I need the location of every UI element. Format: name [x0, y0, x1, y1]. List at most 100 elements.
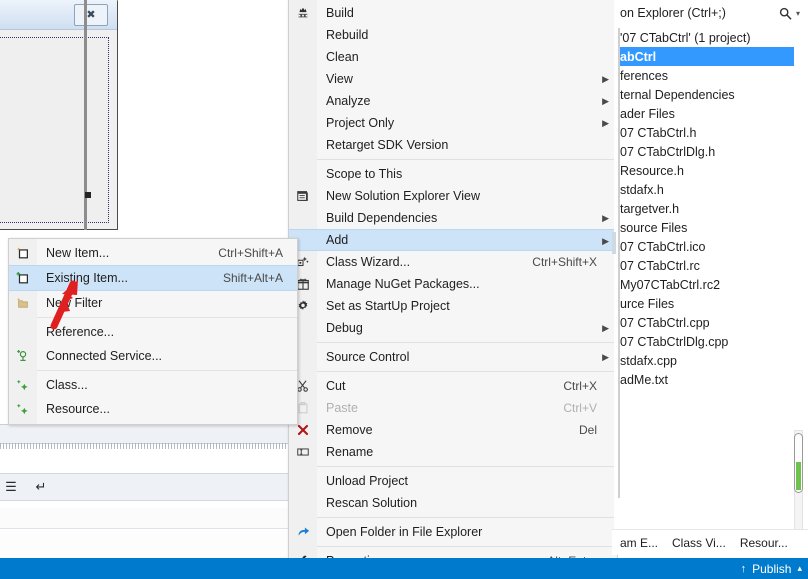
context-menu-item-unload-project[interactable]: Unload Project — [289, 470, 617, 492]
context-menu-item-cut[interactable]: Cut Ctrl+X — [289, 375, 617, 397]
dialog-preview[interactable]: ✖ — [0, 0, 118, 230]
context-menu-item-rescan-solution[interactable]: Rescan Solution — [289, 492, 617, 514]
tree-item[interactable]: '07 CTabCtrl' (1 project) — [618, 28, 794, 47]
properties-pane-body — [0, 530, 288, 558]
build-icon — [289, 2, 317, 24]
context-menu-item-rebuild[interactable]: Rebuild — [289, 24, 617, 46]
context-menu-item-label: Rename — [326, 445, 374, 459]
add-submenu-item-existing-item[interactable]: Existing Item... Shift+Alt+A — [9, 265, 297, 291]
tree-item[interactable]: ternal Dependencies — [618, 85, 794, 104]
add-submenu-item-new-filter[interactable]: New Filter — [9, 291, 297, 315]
menu-separator — [37, 317, 297, 318]
add-submenu-item-reference[interactable]: Reference... — [9, 320, 297, 344]
context-menu-item-label: Remove — [326, 423, 373, 437]
open-folder-icon — [289, 521, 317, 543]
context-menu-item-label: Rebuild — [326, 28, 369, 42]
tree-item-label: stdafx.cpp — [620, 353, 677, 368]
context-menu-item-set-as-startup-project[interactable]: Set as StartUp Project — [289, 295, 617, 317]
tree-item[interactable]: ferences — [618, 66, 794, 85]
publish-button[interactable]: ↑ Publish ▴ — [741, 558, 802, 579]
context-menu-item-label: Analyze — [326, 94, 371, 108]
add-submenu-item-label: Reference... — [46, 325, 115, 339]
context-menu-item-manage-nuget-packages[interactable]: Manage NuGet Packages... — [289, 273, 617, 295]
context-menu-item-scope-to-this[interactable]: Scope to This — [289, 163, 617, 185]
context-menu-item-project-only[interactable]: Project Only ▶ — [289, 112, 617, 134]
search-icon[interactable] — [774, 7, 796, 20]
publish-label: Publish — [752, 561, 792, 576]
resize-handle[interactable] — [85, 192, 91, 198]
context-menu-item-label: Cut — [326, 379, 346, 393]
context-menu-item-class-wizard[interactable]: Class Wizard... Ctrl+Shift+X — [289, 251, 617, 273]
context-menu-item-debug[interactable]: Debug ▶ — [289, 317, 617, 339]
add-submenu-item-class[interactable]: Class... — [9, 373, 297, 397]
tool-window-tab[interactable]: am E... — [620, 536, 658, 550]
tool-window-tab[interactable]: Resour... — [740, 536, 788, 550]
add-submenu-item-connected-service[interactable]: Connected Service... — [9, 344, 297, 368]
tree-item[interactable]: 07 CTabCtrlDlg.h — [618, 142, 794, 161]
tree-item-label: source Files — [620, 220, 688, 235]
context-menu-item-shortcut: Ctrl+V — [563, 401, 597, 415]
tree-item[interactable]: adMe.txt — [618, 370, 794, 389]
properties-toolbar[interactable]: ☰ ↵ — [0, 473, 290, 501]
editor-splitter-bar — [0, 424, 288, 444]
tree-item[interactable]: 07 CTabCtrl.h — [618, 123, 794, 142]
close-icon[interactable]: ✖ — [74, 4, 108, 26]
no-icon — [289, 68, 317, 90]
menu-separator — [317, 466, 617, 467]
class-icon — [9, 373, 37, 397]
add-submenu[interactable]: New Item... Ctrl+Shift+A Existing Item... S… — [8, 238, 298, 425]
tool-window-tab[interactable]: Class Vi... — [672, 536, 726, 550]
context-menu-item-view[interactable]: View ▶ — [289, 68, 617, 90]
tree-item[interactable]: 07 CTabCtrl.ico — [618, 237, 794, 256]
tree-item-label: 07 CTabCtrlDlg.h — [620, 144, 716, 159]
solution-explorer-scrollbar[interactable] — [792, 430, 804, 534]
tree-item-label: 07 CTabCtrl.h — [620, 125, 697, 140]
new-item-icon — [9, 241, 37, 265]
categorized-list-icon[interactable]: ☰ — [2, 478, 20, 496]
context-menu-item-label: Unload Project — [326, 474, 408, 488]
solution-explorer-panel[interactable]: on Explorer (Ctrl+;) ▾ '07 CTabCtrl' (1 … — [618, 0, 808, 558]
project-context-menu[interactable]: Build Rebuild Clean View ▶ Analyze ▶ Project On… — [288, 0, 618, 579]
context-menu-item-add[interactable]: Add ▶ — [289, 229, 617, 251]
chevron-down-icon[interactable]: ▾ — [796, 9, 808, 18]
context-menu-item-build[interactable]: Build — [289, 2, 617, 24]
tree-item-label: '07 CTabCtrl' (1 project) — [620, 30, 751, 45]
context-menu-item-label: Build — [326, 6, 354, 20]
solution-explorer-tab-strip[interactable]: am E... Class Vi... Resour... — [612, 529, 808, 555]
menu-separator — [37, 370, 297, 371]
context-menu-item-build-dependencies[interactable]: Build Dependencies ▶ — [289, 207, 617, 229]
context-menu-item-analyze[interactable]: Analyze ▶ — [289, 90, 617, 112]
tree-item[interactable]: ader Files — [618, 104, 794, 123]
alphabetical-sort-icon[interactable]: ↵ — [32, 478, 50, 496]
solution-explorer-tree[interactable]: '07 CTabCtrl' (1 project) abCtrl ferences t… — [618, 28, 794, 498]
dialog-titlebar: ✖ — [0, 0, 117, 30]
tree-item[interactable]: abCtrl — [618, 47, 794, 66]
add-submenu-item-resource[interactable]: Resource... — [9, 397, 297, 421]
tree-item[interactable]: Resource.h — [618, 161, 794, 180]
tree-item[interactable]: stdafx.h — [618, 180, 794, 199]
tree-item[interactable]: 07 CTabCtrl.rc — [618, 256, 794, 275]
tree-item-label: 07 CTabCtrlDlg.cpp — [620, 334, 729, 349]
tree-item[interactable]: stdafx.cpp — [618, 351, 794, 370]
menu-separator — [317, 159, 617, 160]
tree-item[interactable]: 07 CTabCtrlDlg.cpp — [618, 332, 794, 351]
window-icon — [289, 185, 317, 207]
dialog-client-area[interactable] — [0, 37, 109, 223]
tree-item[interactable]: urce Files — [618, 294, 794, 313]
tree-item[interactable]: 07 CTabCtrl.cpp — [618, 313, 794, 332]
tree-item-label: targetver.h — [620, 201, 680, 216]
context-menu-item-open-folder-in-file-explorer[interactable]: Open Folder in File Explorer — [289, 521, 617, 543]
no-icon — [289, 90, 317, 112]
tree-item[interactable]: My07CTabCtrl.rc2 — [618, 275, 794, 294]
menu-separator — [317, 371, 617, 372]
no-icon — [289, 112, 317, 134]
context-menu-item-new-solution-explorer-view[interactable]: New Solution Explorer View — [289, 185, 617, 207]
tree-item[interactable]: source Files — [618, 218, 794, 237]
context-menu-item-rename[interactable]: Rename — [289, 441, 617, 463]
add-submenu-item-new-item[interactable]: New Item... Ctrl+Shift+A — [9, 241, 297, 265]
tree-item[interactable]: targetver.h — [618, 199, 794, 218]
context-menu-item-retarget-sdk-version[interactable]: Retarget SDK Version — [289, 134, 617, 156]
context-menu-item-source-control[interactable]: Source Control ▶ — [289, 346, 617, 368]
context-menu-item-remove[interactable]: Remove Del — [289, 419, 617, 441]
context-menu-item-clean[interactable]: Clean — [289, 46, 617, 68]
